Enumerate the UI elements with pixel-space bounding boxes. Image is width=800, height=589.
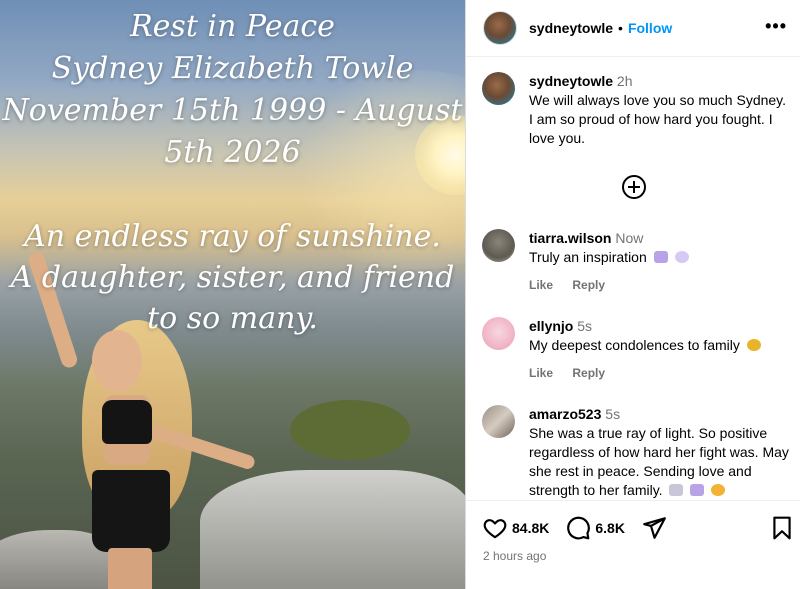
separator-dot: • <box>618 20 623 36</box>
comment-text-row: Truly an inspiration <box>529 248 791 267</box>
heart-icon[interactable] <box>482 515 508 541</box>
figure-skirt <box>92 470 170 552</box>
like-button[interactable]: Like <box>529 366 553 380</box>
image-caption-bottom: An endless ray of sunshine. A daughter, … <box>0 216 465 339</box>
rock <box>200 470 465 589</box>
comment-body: sydneytowle 2h We will always love you s… <box>529 72 791 148</box>
avatar[interactable] <box>482 229 515 262</box>
comments-list[interactable]: sydneytowle 2h We will always love you s… <box>466 58 800 500</box>
comment-username[interactable]: sydneytowle <box>529 73 613 89</box>
comment-time: 5s <box>577 318 593 334</box>
figure-top <box>102 400 152 444</box>
post-header: sydneytowle • Follow ••• <box>466 0 800 57</box>
caption-line: to so many. <box>147 301 318 336</box>
load-more-comments-icon[interactable] <box>622 175 646 199</box>
caption-line: Rest in Peace <box>130 9 335 44</box>
author-username[interactable]: sydneytowle <box>529 20 613 36</box>
comment-text-row: She was a true ray of light. So positive… <box>529 424 791 500</box>
comment-username[interactable]: amarzo523 <box>529 406 601 422</box>
comment-username[interactable]: ellynjo <box>529 318 573 334</box>
image-caption-top: Rest in Peace Sydney Elizabeth Towle Nov… <box>0 6 465 174</box>
post-footer: 84.8K 6.8K 2 hours ago <box>466 500 800 589</box>
comment-username[interactable]: tiarra.wilson <box>529 230 611 246</box>
avatar[interactable] <box>482 405 515 438</box>
comment-text: We will always love you so much Sydney. … <box>529 92 787 146</box>
heart-emoji-icon <box>674 251 689 263</box>
follow-button[interactable]: Follow <box>628 20 672 36</box>
share-icon[interactable] <box>641 515 667 541</box>
comment-text: My deepest condolences to family <box>529 337 740 353</box>
face-emoji-icon <box>711 484 726 496</box>
like-count[interactable]: 84.8K <box>512 520 549 536</box>
avatar[interactable] <box>482 317 515 350</box>
caption-line: Sydney Elizabeth Towle <box>51 51 414 86</box>
reply-button[interactable]: Reply <box>572 278 605 292</box>
post-sidebar: sydneytowle • Follow ••• sydneytowle 2h … <box>465 0 800 589</box>
more-options-icon[interactable]: ••• <box>765 16 787 37</box>
comment-icon[interactable] <box>565 515 591 541</box>
engagement-bar: 84.8K 6.8K <box>482 515 667 541</box>
comment-actions: Like Reply <box>529 364 791 383</box>
comment-body: amarzo523 5s She was a true ray of light… <box>529 405 791 500</box>
caption-line: A daughter, sister, and friend <box>10 260 455 295</box>
comment-text: Truly an inspiration <box>529 249 647 265</box>
figure-legs <box>108 548 152 589</box>
figure-face <box>92 330 142 392</box>
sunflower-emoji-icon <box>746 339 761 351</box>
post-image[interactable]: Rest in Peace Sydney Elizabeth Towle Nov… <box>0 0 465 589</box>
wing-emoji-icon <box>669 484 684 496</box>
comment-time: 5s <box>605 406 621 422</box>
comment-actions: Like Reply <box>529 276 791 295</box>
comment-text: She was a true ray of light. So positive… <box>529 425 789 498</box>
comment-text-row: My deepest condolences to family <box>529 336 791 355</box>
comment-count[interactable]: 6.8K <box>595 520 625 536</box>
post-timestamp: 2 hours ago <box>483 549 547 563</box>
avatar[interactable] <box>482 72 515 105</box>
bookmark-icon[interactable] <box>769 515 795 541</box>
avatar[interactable] <box>483 11 517 45</box>
caption-line: An endless ray of sunshine. <box>24 219 441 254</box>
comment-body: tiarra.wilson Now Truly an inspiration L… <box>529 229 791 295</box>
comment-time: 2h <box>616 73 633 89</box>
shrub <box>290 400 410 460</box>
feather-emoji-icon <box>690 484 705 496</box>
like-button[interactable]: Like <box>529 278 553 292</box>
comment-body: ellynjo 5s My deepest condolences to fam… <box>529 317 791 383</box>
caption-line: 5th 2026 <box>164 135 301 170</box>
caption-line: November 15th 1999 - August <box>2 93 463 128</box>
comment-time: Now <box>615 230 644 246</box>
feather-emoji-icon <box>653 251 668 263</box>
reply-button[interactable]: Reply <box>572 366 605 380</box>
